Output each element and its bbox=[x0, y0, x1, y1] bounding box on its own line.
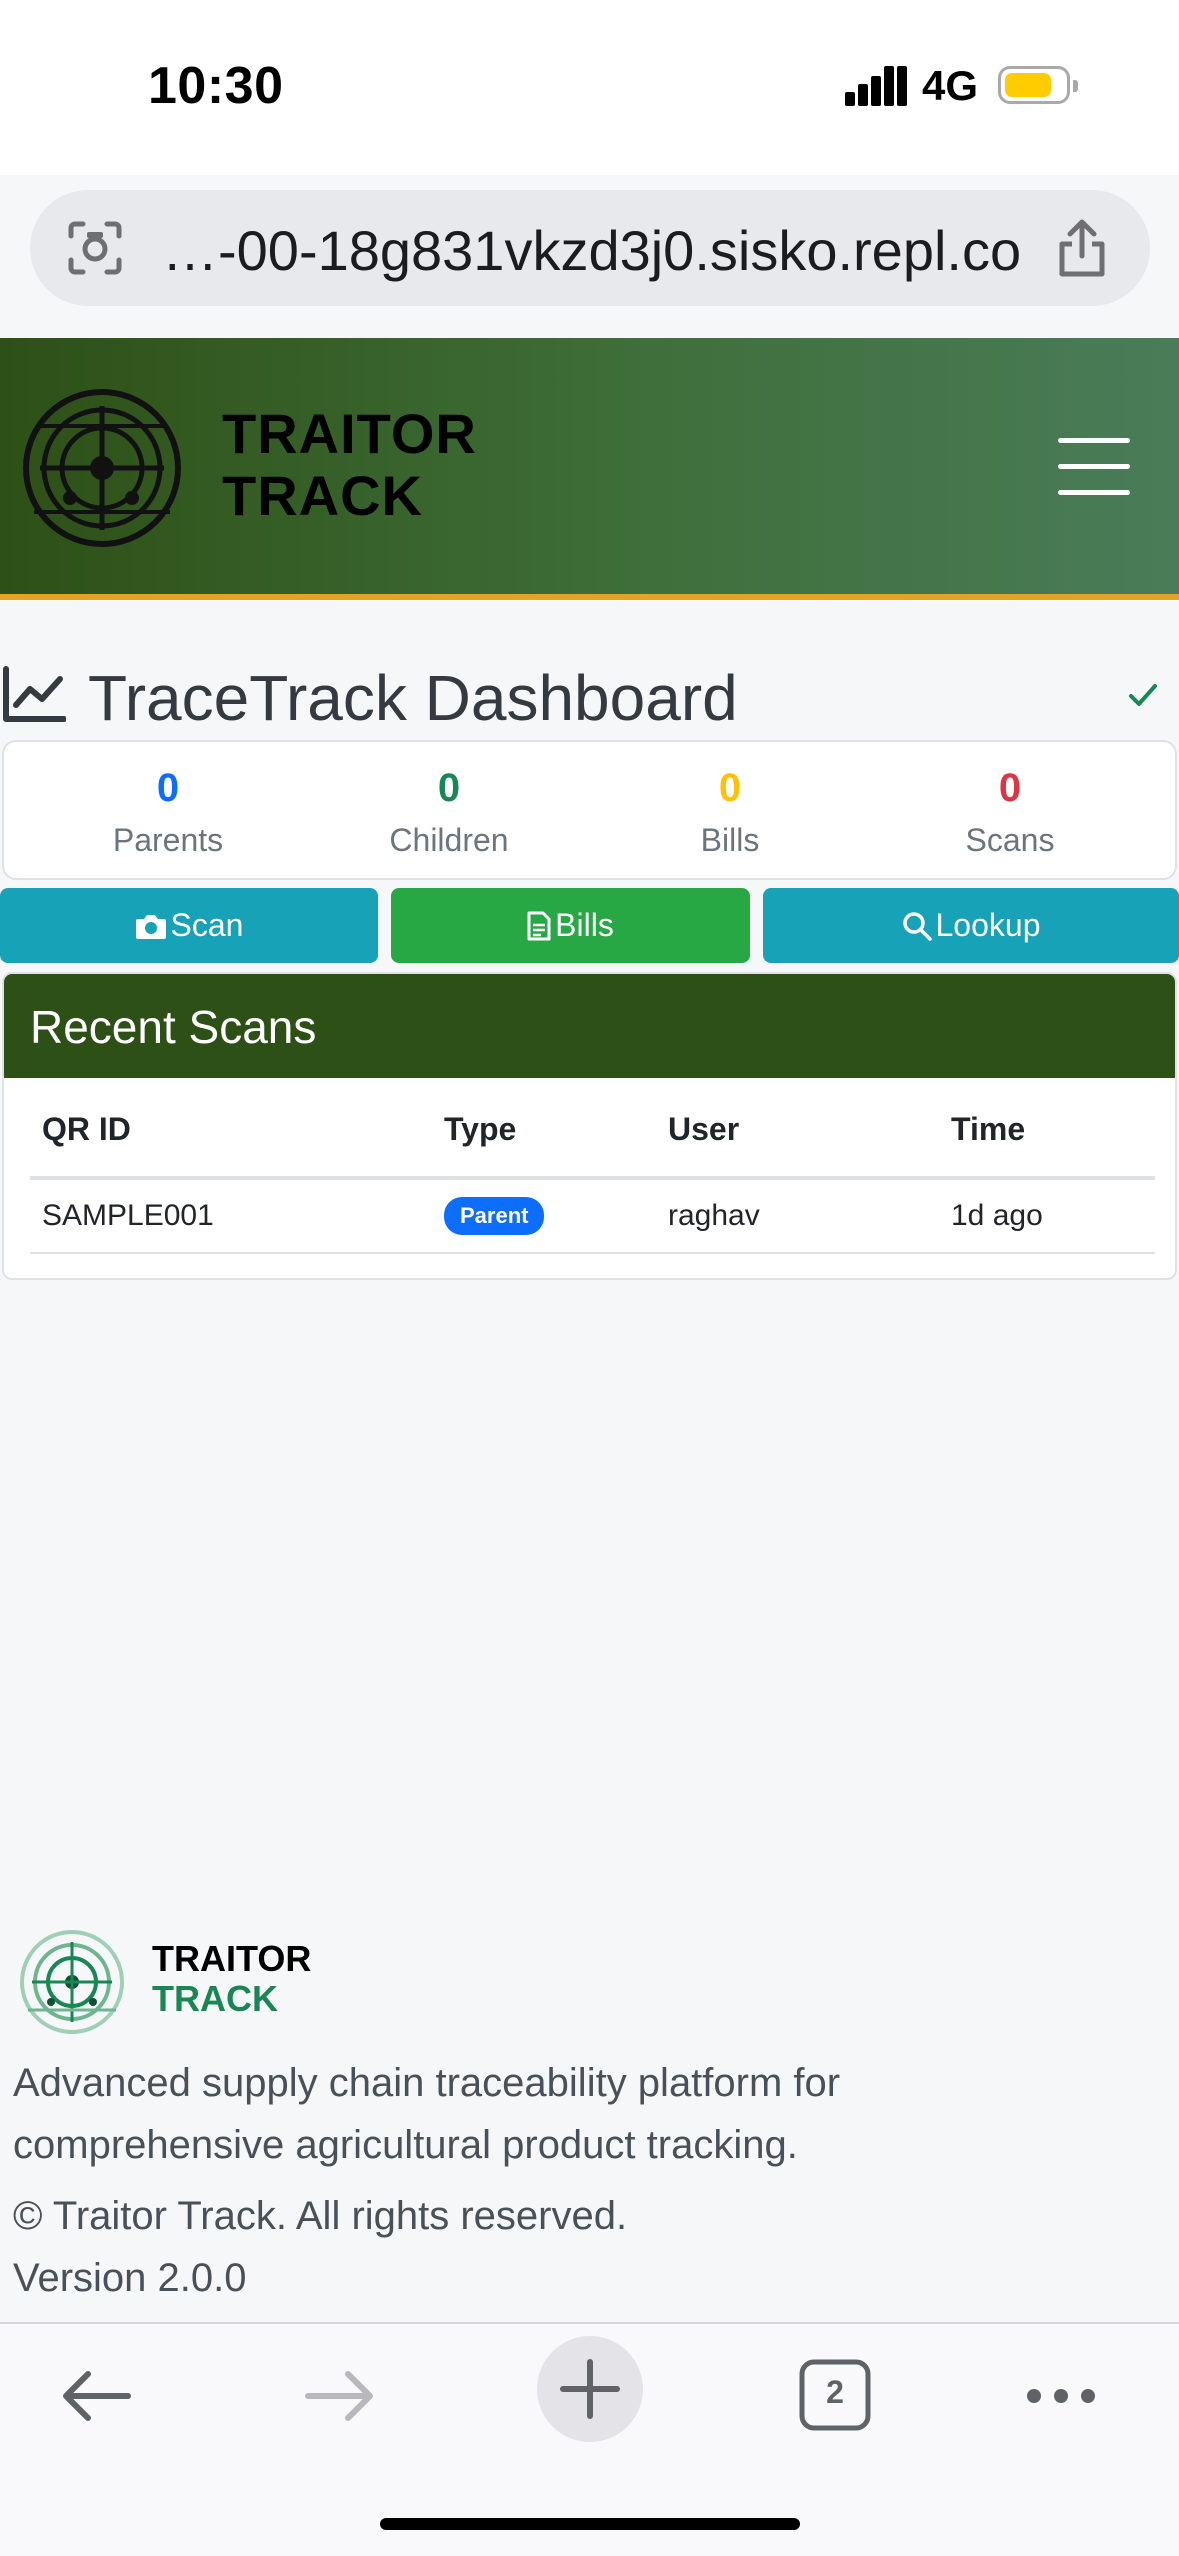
stat-children: 0 Children bbox=[319, 762, 579, 859]
stat-label: Bills bbox=[700, 822, 760, 858]
back-arrow-icon[interactable] bbox=[58, 2366, 132, 2426]
brand-line-1: TRAITOR bbox=[222, 402, 477, 465]
file-invoice-icon bbox=[527, 911, 551, 940]
cell-time: 1d ago bbox=[939, 1178, 1155, 1254]
footer-logo bbox=[20, 1930, 124, 2034]
stat-label: Scans bbox=[965, 822, 1055, 858]
hamburger-menu-icon[interactable] bbox=[1058, 438, 1136, 498]
lookup-button[interactable]: Lookup bbox=[763, 888, 1179, 963]
bills-button[interactable]: Bills bbox=[391, 888, 750, 963]
new-tab-plus-icon[interactable] bbox=[535, 2334, 645, 2444]
stat-value: 0 bbox=[437, 766, 461, 810]
lookup-button-label: Lookup bbox=[935, 907, 1041, 943]
cell-type: Parent bbox=[432, 1178, 656, 1254]
footer-version: Version 2.0.0 bbox=[13, 2256, 247, 2300]
more-icon[interactable] bbox=[1024, 2382, 1098, 2410]
forward-arrow-icon[interactable] bbox=[304, 2366, 378, 2426]
recent-scans-table: QR ID Type User Time SAMPLE001 Parent ra… bbox=[30, 1082, 1155, 1254]
stats-card: 0 Parents 0 Children 0 Bills 0 Scans bbox=[2, 740, 1177, 880]
signal-strength-icon bbox=[845, 66, 907, 106]
recent-scans-header: Recent Scans bbox=[4, 974, 1175, 1078]
app-header: TRAITOR TRACK bbox=[0, 338, 1179, 600]
column-header-user: User bbox=[656, 1082, 939, 1180]
column-header-type: Type bbox=[432, 1082, 656, 1180]
footer-description: Advanced supply chain traceability platf… bbox=[13, 2061, 841, 2167]
share-icon[interactable] bbox=[1052, 216, 1112, 280]
table-row[interactable]: SAMPLE001 Parent raghav 1d ago bbox=[30, 1178, 1155, 1254]
stat-parents: 0 Parents bbox=[38, 762, 298, 859]
search-icon bbox=[902, 911, 932, 941]
recent-scans-card: Recent Scans QR ID Type User Time SAMPLE… bbox=[2, 972, 1177, 1280]
battery-icon bbox=[998, 66, 1078, 104]
column-header-qr-id: QR ID bbox=[30, 1082, 432, 1180]
status-bar: 10:30 4G bbox=[0, 0, 1179, 175]
line-chart-icon bbox=[3, 666, 66, 722]
brand-line-2: TRACK bbox=[222, 464, 423, 527]
stat-value: 0 bbox=[718, 766, 742, 810]
stat-scans: 0 Scans bbox=[880, 762, 1140, 859]
type-badge: Parent bbox=[444, 1197, 545, 1235]
network-type: 4G bbox=[922, 62, 979, 109]
url-text[interactable]: …-00-18g831vkzd3j0.sisko.repl.co bbox=[162, 218, 1021, 283]
tab-count[interactable]: 2 bbox=[798, 2374, 872, 2411]
stat-bills: 0 Bills bbox=[600, 762, 860, 859]
status-time: 10:30 bbox=[148, 57, 284, 115]
check-icon bbox=[1129, 684, 1157, 706]
stat-label: Parents bbox=[112, 822, 224, 858]
camera-icon bbox=[135, 914, 166, 939]
scan-button-label: Scan bbox=[170, 907, 244, 943]
stat-label: Children bbox=[389, 822, 509, 858]
brand-name[interactable]: TRAITOR TRACK bbox=[222, 403, 477, 527]
footer-brand-line-1: TRAITOR bbox=[152, 1938, 312, 1979]
column-header-time: Time bbox=[939, 1082, 1155, 1180]
home-indicator[interactable] bbox=[380, 2518, 800, 2530]
url-bar[interactable]: …-00-18g831vkzd3j0.sisko.repl.co bbox=[30, 190, 1150, 306]
camera-scan-icon[interactable] bbox=[65, 218, 125, 278]
cell-user: raghav bbox=[656, 1178, 939, 1254]
traitor-track-logo[interactable] bbox=[20, 386, 185, 551]
cell-qr-id: SAMPLE001 bbox=[30, 1178, 432, 1254]
bills-button-label: Bills bbox=[555, 907, 614, 943]
recent-scans-title: Recent Scans bbox=[30, 1001, 317, 1053]
table-header-row: QR ID Type User Time bbox=[30, 1082, 1155, 1180]
stat-value: 0 bbox=[156, 766, 180, 810]
page-title: TraceTrack Dashboard bbox=[88, 662, 738, 734]
footer-copyright: © Traitor Track. All rights reserved. bbox=[13, 2194, 628, 2238]
footer-brand-line-2: TRACK bbox=[152, 1978, 278, 2019]
scan-button[interactable]: Scan bbox=[0, 888, 378, 963]
page-title-row: TraceTrack Dashboard bbox=[0, 655, 1179, 735]
stat-value: 0 bbox=[998, 766, 1022, 810]
